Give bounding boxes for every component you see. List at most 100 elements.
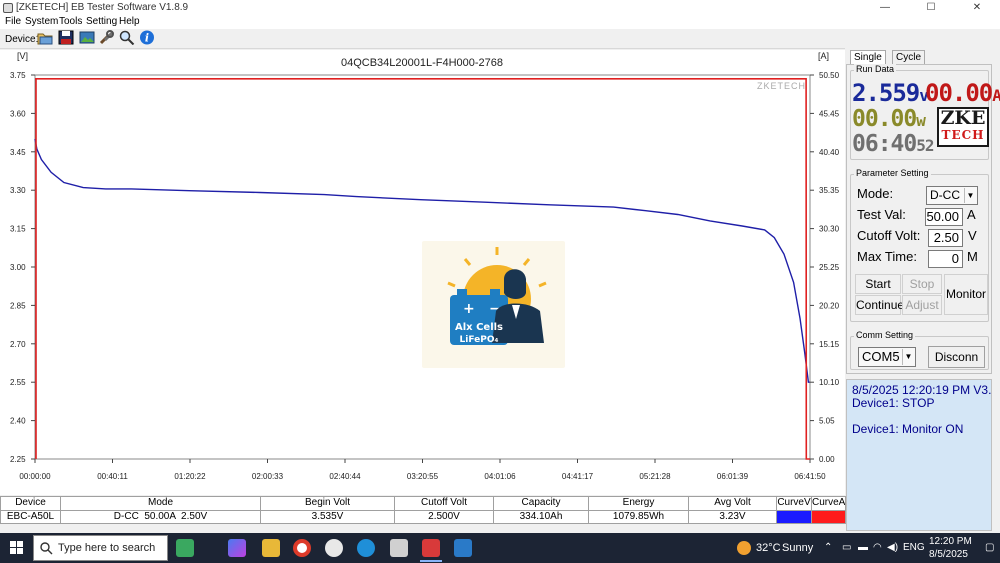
x-tick-label: 00:40:11 [97,472,128,481]
com-port-select[interactable]: COM5 ▼ [858,347,916,367]
open-icon[interactable] [36,30,54,47]
active-app-indicator [420,560,442,562]
maximize-button[interactable]: ☐ [908,0,954,16]
monitor-button[interactable]: Monitor [944,274,988,315]
cell-capacity: 334.10Ah [493,509,589,524]
col-mode: Mode [60,496,261,511]
cutoff-volt-label: Cutoff Volt: [857,228,921,243]
comm-setting-title: Comm Setting [854,330,916,340]
mode-select[interactable]: D-CC ▼ [926,186,978,205]
y-right-tick-label: 0.00 [819,455,835,464]
cell-begin-volt: 3.535V [260,509,395,524]
brand-bottom: TECH [941,128,985,142]
adjust-button[interactable]: Adjust [902,295,942,315]
chrome-icon[interactable] [293,539,311,557]
y-right-tick-label: 15.15 [819,340,840,349]
menu-tools[interactable]: Tools [59,16,82,28]
y-left-unit: [V] [17,51,28,61]
run-data-group: Run Data 2.559v 00.00A 00.00w 06:4052 ZK… [850,64,1000,160]
taskbar-search[interactable]: Type here to search [33,535,168,561]
y-right-tick-label: 50.50 [819,71,840,80]
elapsed-time-readout: 06:4052 [852,131,935,157]
y-right-tick-label: 25.25 [819,263,840,272]
picture-icon[interactable] [78,30,96,47]
continue-button[interactable]: Continue [855,295,904,315]
alx-cells-logo: + − Alx Cells LiFePO₄ [422,241,565,368]
chevron-down-icon: ▼ [964,188,976,203]
control-panel: Run Data 2.559v 00.00A 00.00w 06:4052 ZK… [846,64,1000,374]
notification-icon[interactable]: ▢ [985,542,994,553]
taskbar: Type here to search 32°C Sunny ⌃ ▭ ▬ ◠ ◀… [0,533,1000,563]
menu-setting[interactable]: Setting [86,16,117,28]
info-icon[interactable]: i [138,30,156,47]
table-header-row: Device Mode Begin Volt Cutoff Volt Capac… [0,496,846,511]
max-time-input[interactable]: 0 [928,250,963,268]
save-icon[interactable] [57,30,75,47]
stop-button[interactable]: Stop [902,274,942,294]
time-seconds: 52 [916,136,934,155]
cutoff-volt-input[interactable]: 2.50 [928,229,963,247]
y-left-tick-label: 2.70 [10,340,26,349]
col-cutoff-volt: Cutoff Volt [394,496,494,511]
col-curve-a: CurveA [811,496,846,511]
language-indicator[interactable]: ENG [903,542,925,553]
cutoff-volt-unit: V [968,228,977,243]
y-right-tick-label: 45.45 [819,109,840,118]
minimize-button[interactable]: — [862,0,908,16]
search-icon[interactable] [118,30,136,47]
windows-start-icon[interactable] [10,541,23,554]
menu-system[interactable]: System [25,16,58,28]
clock-date[interactable]: 8/5/2025 [929,549,968,560]
battery-icon[interactable]: ▬ [858,542,868,553]
test-val-input[interactable]: 50.00 [925,208,963,226]
volume-icon[interactable]: ◀) [887,542,898,553]
network-icon[interactable]: ▭ [842,542,851,553]
window-title: [ZKETECH] EB Tester Software V1.8.9 [16,2,189,13]
menu-help[interactable]: Help [119,16,140,28]
wifi-icon[interactable]: ◠ [873,542,882,553]
y-right-tick-label: 20.20 [819,301,840,310]
col-avg-volt: Avg Volt [688,496,777,511]
y-left-tick-label: 3.00 [10,263,26,272]
edge-icon[interactable] [357,539,375,557]
chevron-down-icon: ▼ [902,349,914,365]
photos-icon[interactable] [454,539,472,557]
x-tick-label: 05:21:28 [639,472,671,481]
curve-a-color-swatch[interactable] [811,509,846,524]
y-left-tick-label: 3.60 [10,109,26,118]
search-icon [40,542,53,555]
tab-cycle-test[interactable]: Cycle Test [892,50,926,76]
file-explorer-icon[interactable] [262,539,280,557]
curve-v-color-swatch[interactable] [776,509,812,524]
svg-text:i: i [145,32,149,45]
logo-line2: LiFePO₄ [460,335,499,345]
y-left-tick-label: 2.55 [10,378,26,387]
col-energy: Energy [588,496,689,511]
voltage-value: 2.559 [852,79,920,107]
package-icon[interactable] [390,539,408,557]
voltage-readout: 2.559v [852,79,929,107]
current-unit: A [992,86,1000,105]
sun-weather-icon [737,541,751,555]
tools-icon[interactable] [98,30,116,47]
y-left-tick-label: 2.85 [10,301,26,310]
x-tick-label: 02:00:33 [252,472,284,481]
table-row[interactable]: EBC-A50L D-CC 50.00A 2.50V 3.535V 2.500V… [0,509,846,524]
run-data-title: Run Data [854,64,897,74]
start-button[interactable]: Start [855,274,901,294]
widgets-app-icon[interactable] [176,539,194,557]
cell-mode: D-CC 50.00A 2.50V [60,509,261,524]
clock-time[interactable]: 12:20 PM [929,536,972,547]
copilot-icon[interactable] [228,539,246,557]
app-icon[interactable] [325,539,343,557]
y-left-tick-label: 3.75 [10,71,26,80]
x-tick-label: 04:41:17 [562,472,594,481]
y-left-tick-label: 3.30 [10,186,26,195]
chevron-up-icon[interactable]: ⌃ [824,542,832,553]
disconnect-button[interactable]: Disconn [928,346,985,368]
menu-file[interactable]: File [5,16,21,28]
y-right-tick-label: 30.30 [819,225,840,234]
close-button[interactable]: ✕ [954,0,1000,16]
y-right-tick-label: 10.10 [819,378,840,387]
zketech-app-icon[interactable] [422,539,440,557]
